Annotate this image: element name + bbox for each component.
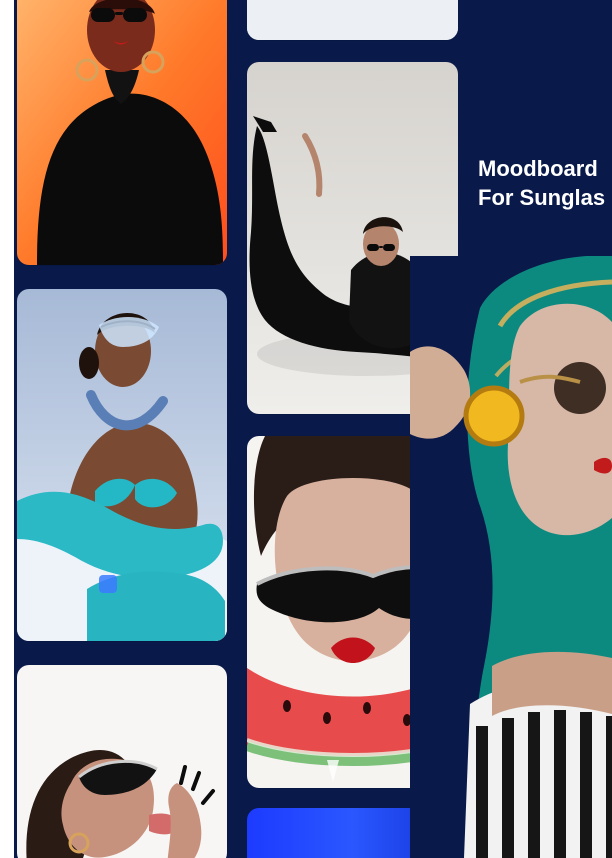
card-scarf-model[interactable]: [410, 256, 612, 858]
title-line-2: For Sunglas: [478, 185, 606, 210]
moodboard-page: Moodboard For Sunglas: [0, 0, 612, 858]
card-top-blank-image: [247, 0, 458, 40]
blue-gloves-image: [17, 289, 227, 641]
scarf-model-image: [410, 256, 612, 858]
card-tongue-out[interactable]: [17, 665, 227, 858]
orange-model-image: [17, 0, 227, 265]
left-edge-strip: [0, 0, 14, 858]
card-orange-model[interactable]: [17, 0, 227, 265]
tongue-out-image: [17, 665, 227, 858]
card-top-blank[interactable]: [247, 0, 458, 40]
title-line-1: Moodboard: [478, 156, 598, 181]
card-blue-gloves[interactable]: [17, 289, 227, 641]
moodboard-title: Moodboard For Sunglas: [478, 154, 605, 212]
